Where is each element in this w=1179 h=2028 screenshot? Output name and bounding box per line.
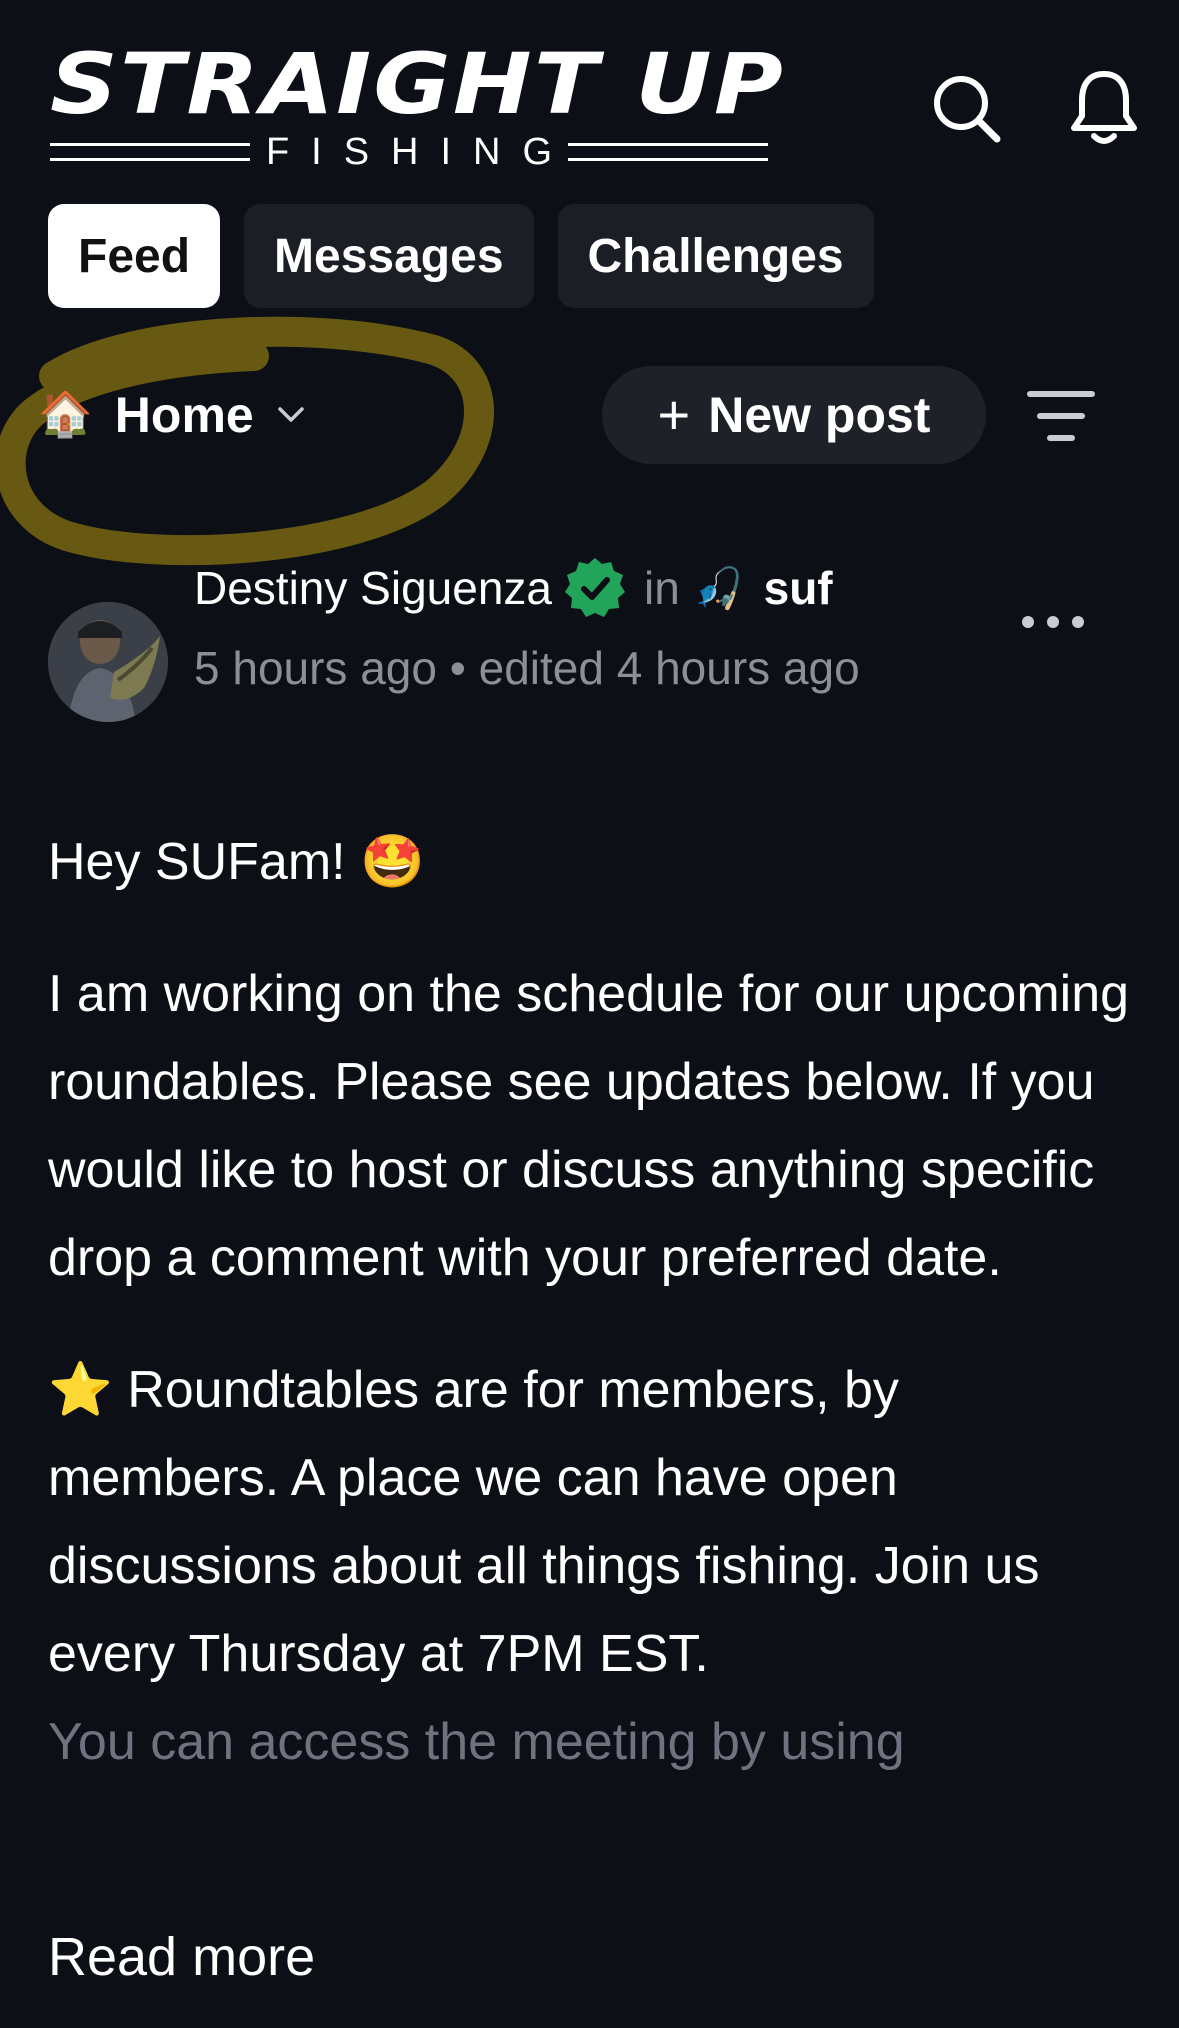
tab-feed[interactable]: Feed [48,204,221,308]
post-timestamp: 5 hours ago • edited 4 hours ago [194,642,860,694]
fishing-pole-icon: 🎣 [693,566,744,611]
tab-challenges[interactable]: Challenges [557,204,874,308]
tab-messages[interactable]: Messages [244,204,534,308]
post-paragraph: ⭐ Roundtables are for members, by member… [48,1361,1040,1683]
more-options-icon[interactable] [1018,604,1088,640]
verified-badge-icon [562,555,628,621]
search-icon[interactable] [928,70,1004,146]
plus-icon: + [657,383,691,446]
in-label: in [643,562,680,614]
post-author-line: Destiny Siguenza in 🎣 suf [194,556,833,620]
top-tabs: Feed Messages Challenges [48,204,874,308]
bell-icon[interactable] [1066,70,1142,146]
house-icon: 🏠 [38,390,93,439]
post-body: Hey SUFam! 🤩 I am working on the schedul… [48,818,1138,1786]
logo-rule-left [50,143,250,161]
author-avatar[interactable] [48,602,168,722]
post-paragraph: I am working on the schedule for our upc… [48,965,1130,1287]
logo-title: STRAIGHT UP [50,35,786,133]
post-truncated-line: You can access the meeting by using [48,1713,905,1771]
sort-lines-icon[interactable] [1024,386,1098,446]
read-more-link[interactable]: Read more [48,1926,315,1988]
author-name[interactable]: Destiny Siguenza [194,561,552,615]
new-post-label: New post [708,387,931,443]
logo-subtitle-row: FISHING [50,130,768,174]
logo-subtitle: FISHING [265,130,575,173]
logo-rule-right [568,143,768,161]
chevron-down-icon [276,405,306,425]
app-logo: STRAIGHT UP FISHING [50,42,783,174]
new-post-button[interactable]: + New post [602,366,986,464]
home-label: Home [114,387,254,443]
home-space-selector[interactable]: 🏠 Home [38,380,306,450]
space-name-link[interactable]: suf [764,561,833,615]
feed-screen: STRAIGHT UP FISHING Feed Messages Challe… [0,0,1179,2028]
post-greeting: Hey SUFam! 🤩 [48,833,425,891]
